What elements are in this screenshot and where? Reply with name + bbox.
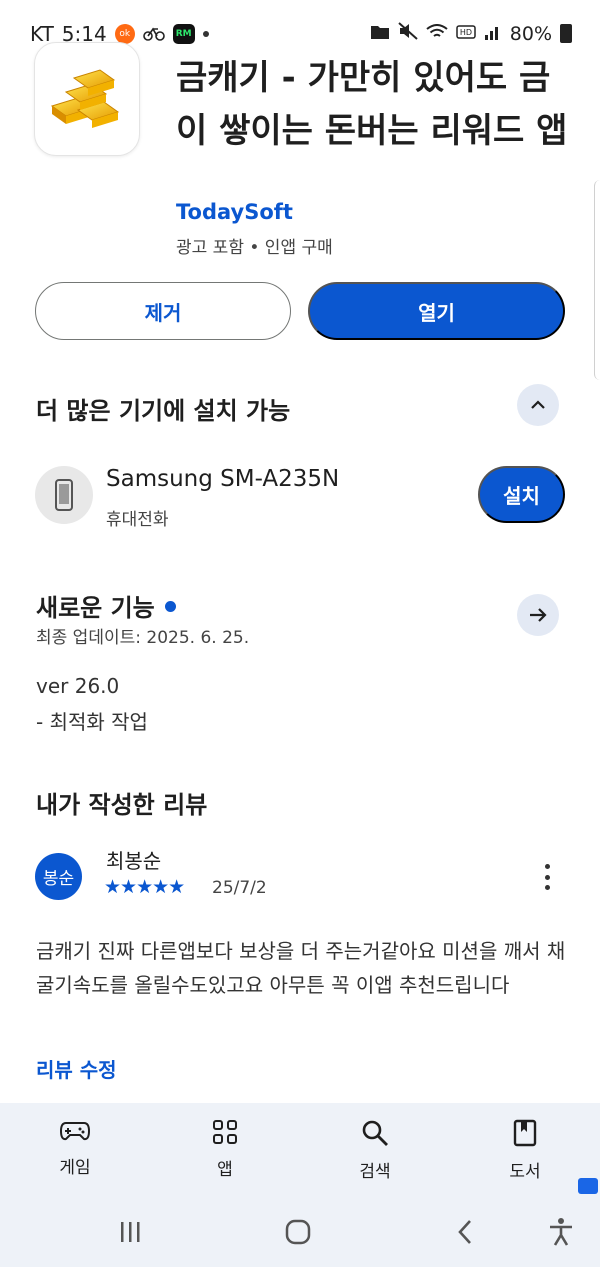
system-navigation-bar [0, 1193, 600, 1267]
status-right: HD 80% [370, 22, 572, 45]
reviewer-name: 최봉순 [106, 849, 162, 873]
last-updated: 최종 업데이트: 2025. 6. 25. [36, 628, 250, 648]
more-options-icon[interactable] [535, 860, 559, 894]
bike-notification-icon [142, 22, 165, 46]
review-date: 25/7/2 [212, 878, 267, 898]
whats-new-label: 새로운 기능 [36, 594, 155, 622]
search-icon [362, 1120, 388, 1146]
device-avatar [35, 466, 93, 524]
scroll-edge-indicator [594, 180, 600, 380]
more-notifications-dot [202, 31, 209, 37]
whats-new-title[interactable]: 새로운 기능 [36, 588, 176, 623]
new-indicator-dot [164, 600, 176, 612]
collapse-button[interactable] [517, 384, 559, 426]
recent-apps-icon[interactable] [118, 1221, 142, 1243]
my-review-title: 내가 작성한 리뷰 [36, 791, 208, 819]
apps-grid-icon [213, 1120, 237, 1144]
nav-label-games: 게임 [59, 1158, 91, 1178]
notification-app-icon: ok [114, 24, 135, 44]
avatar: 봉순 [35, 853, 82, 900]
nav-item-search[interactable]: 검색 [300, 1103, 450, 1193]
svg-text:HD: HD [460, 28, 472, 37]
home-icon[interactable] [285, 1219, 311, 1245]
back-icon[interactable] [456, 1219, 474, 1245]
nav-item-apps[interactable]: 앱 [150, 1103, 300, 1193]
nav-label-books: 도서 [509, 1162, 541, 1182]
chevron-up-icon [531, 400, 545, 409]
book-icon [513, 1119, 537, 1147]
bottom-navigation: 게임 앱 검색 도서 [0, 1103, 600, 1193]
arrow-right-icon [530, 608, 547, 622]
nav-label-apps: 앱 [217, 1160, 233, 1180]
nav-label-search: 검색 [359, 1162, 391, 1182]
nav-item-games[interactable]: 게임 [0, 1103, 150, 1193]
app-icon [34, 42, 140, 156]
lock-folder-icon [370, 23, 390, 45]
devices-section-title: 더 많은 기기에 설치 가능 [36, 397, 291, 425]
battery-percent: 80% [509, 22, 552, 45]
review-text: 금캐기 진짜 다른앱보다 보상을 더 주는거같아요 미션을 깨서 채굴기속도를 … [36, 939, 566, 997]
phone-icon [55, 479, 73, 511]
open-button[interactable]: 열기 [308, 282, 565, 340]
whats-new-arrow-button[interactable] [517, 594, 559, 636]
hd-voice-icon: HD [456, 23, 476, 45]
install-button[interactable]: 설치 [478, 466, 565, 523]
device-type: 휴대전화 [106, 510, 169, 530]
wifi-icon [426, 23, 448, 45]
star-rating: ★★★★★ [104, 876, 185, 898]
changelog-text: - 최적화 작업 [36, 710, 148, 734]
app-title: 금캐기 - 가만히 있어도 금이 쌓이는 돈버는 리워드 앱 [176, 58, 568, 151]
mute-icon [398, 22, 418, 45]
developer-link[interactable]: TodaySoft [176, 200, 293, 224]
device-name: Samsung SM-A235N [106, 466, 340, 492]
floating-badge-icon [578, 1178, 598, 1194]
version-text: ver 26.0 [36, 674, 120, 698]
battery-icon [560, 24, 572, 43]
notification-app-icon-2: RM [172, 24, 195, 44]
uninstall-button[interactable]: 제거 [35, 282, 291, 340]
edit-review-link[interactable]: 리뷰 수정 [36, 1054, 117, 1083]
signal-icon [484, 23, 502, 45]
gold-bars-icon [50, 69, 120, 128]
accessibility-icon[interactable] [548, 1217, 574, 1247]
gamepad-icon [60, 1122, 90, 1141]
app-meta: 광고 포함 • 인앱 구매 [176, 238, 333, 258]
